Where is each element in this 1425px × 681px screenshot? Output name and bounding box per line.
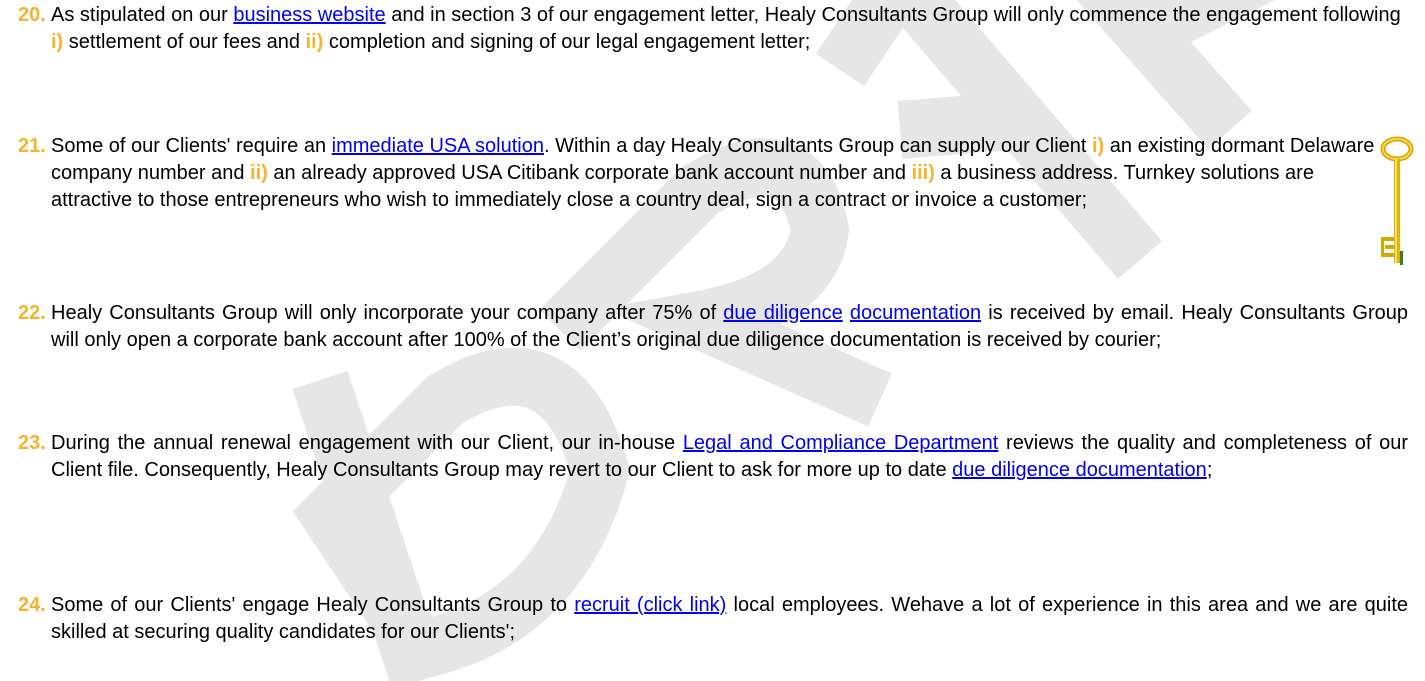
item-number: 20.	[18, 4, 46, 26]
item-paragraph: 21. Some of our Clients' require an immed…	[18, 133, 1381, 214]
item-text: and in section 3 of our engagement lette…	[385, 4, 1401, 26]
item-number: 22.	[18, 302, 46, 324]
item-text: Healy Consultants Group will only incorp…	[51, 302, 724, 324]
recruit-link[interactable]: recruit (click link)	[574, 594, 726, 616]
item-text: During the annual renewal engagement wit…	[51, 432, 683, 454]
due-diligence-documentation-link[interactable]: due diligence documentation	[952, 459, 1207, 481]
enumeration-marker: ii)	[305, 31, 324, 53]
legal-compliance-department-link[interactable]: Legal and Compliance Department	[683, 432, 999, 454]
item-number: 24.	[18, 594, 46, 616]
item-text: . Within a day Healy Consultants Group c…	[543, 135, 1092, 157]
list-item: 22. Healy Consultants Group will only inc…	[18, 300, 1408, 354]
documentation-link[interactable]: documentation	[850, 302, 981, 324]
item-text: Some of our Clients' engage Healy Consul…	[51, 594, 575, 616]
item-paragraph: 24. Some of our Clients' engage Healy Con…	[18, 592, 1408, 646]
item-text: ;	[1206, 459, 1213, 481]
business-website-link[interactable]: business website	[233, 4, 385, 26]
item-paragraph: 20. As stipulated on our business website…	[18, 2, 1408, 56]
item-text	[843, 302, 850, 324]
item-text: completion and signing of our legal enga…	[323, 31, 811, 53]
enumeration-marker: ii)	[250, 162, 268, 184]
gold-key-icon	[1380, 136, 1414, 265]
item-paragraph: 23. During the annual renewal engagement …	[18, 430, 1408, 484]
item-text: Some of our Clients' require an	[51, 135, 332, 157]
item-number: 21.	[18, 135, 46, 157]
item-text: an already approved USA Citibank corpora…	[267, 162, 912, 184]
due-diligence-link[interactable]: due diligence	[723, 302, 842, 324]
list-item: 20. As stipulated on our business website…	[18, 2, 1408, 56]
enumeration-marker: iii)	[911, 162, 935, 184]
item-text: settlement of our fees and	[63, 31, 306, 53]
item-paragraph: 22. Healy Consultants Group will only inc…	[18, 300, 1408, 354]
immediate-usa-solution-link[interactable]: immediate USA solution	[332, 135, 544, 157]
enumeration-marker: i)	[51, 31, 64, 53]
item-number: 23.	[18, 432, 46, 454]
list-item: 21. Some of our Clients' require an immed…	[18, 133, 1408, 214]
enumeration-marker: i)	[1092, 135, 1105, 157]
list-item: 24. Some of our Clients' engage Healy Con…	[18, 592, 1408, 646]
list-item: 23. During the annual renewal engagement …	[18, 430, 1408, 484]
item-text: As stipulated on our	[51, 4, 234, 26]
